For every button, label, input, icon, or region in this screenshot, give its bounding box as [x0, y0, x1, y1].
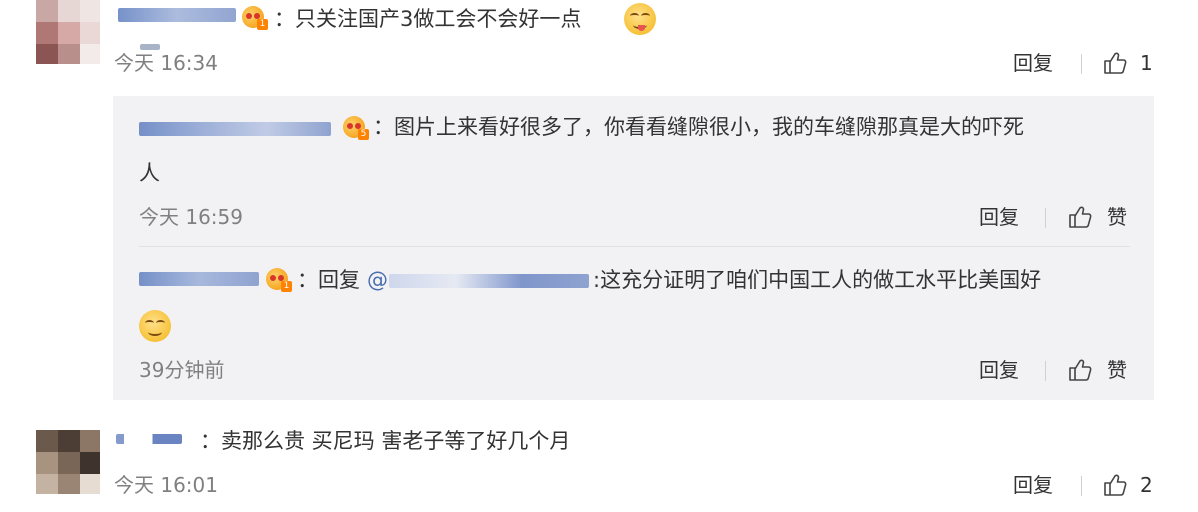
comment-time: 今天 16:01	[114, 473, 218, 497]
divider	[1045, 361, 1046, 381]
like-count[interactable]: 1	[1140, 50, 1153, 76]
smirk-face-emoji	[139, 310, 171, 342]
reply-text-prefix: ：回复	[297, 268, 360, 292]
mentioned-username[interactable]	[389, 274, 589, 288]
comment-item: 1 ：只关注国产3做工会不会好一点 今天 16:34 回复 1	[0, 0, 1198, 90]
vip-crown-icon[interactable]: 5	[343, 116, 369, 140]
comment-time: 今天 16:34	[114, 51, 218, 75]
like-button[interactable]: 赞	[1107, 357, 1127, 383]
username[interactable]	[139, 272, 259, 286]
reply-divider	[139, 246, 1130, 247]
reply-time: 39分钟前	[139, 358, 225, 382]
reply-button[interactable]: 回复	[979, 204, 1019, 230]
thumbs-up-icon[interactable]	[1102, 472, 1128, 498]
vip-crown-icon[interactable]: 1	[242, 6, 268, 30]
username[interactable]	[116, 434, 182, 444]
thumbs-up-icon[interactable]	[1102, 50, 1128, 76]
reply-time: 今天 16:59	[139, 205, 243, 229]
reply-text: ：图片上来看好很多了，你看看缝隙很小，我的车缝隙那真是大的吓死	[373, 115, 1024, 139]
vip-crown-icon[interactable]: 1	[266, 268, 292, 292]
like-count[interactable]: 2	[1140, 472, 1153, 498]
thumbs-up-icon[interactable]	[1067, 357, 1093, 383]
comment-item: ：卖那么贵 买尼玛 害老子等了好几个月 今天 16:01 回复 2	[0, 420, 1198, 512]
username[interactable]	[118, 8, 236, 22]
reply-button[interactable]: 回复	[1013, 472, 1053, 498]
replies-container: 5 ：图片上来看好很多了，你看看缝隙很小，我的车缝隙那真是大的吓死 人 今天 1…	[113, 96, 1154, 400]
avatar[interactable]	[36, 0, 100, 64]
username[interactable]	[139, 122, 331, 136]
comment-text: ：卖那么贵 买尼玛 害老子等了好几个月	[200, 429, 571, 453]
like-button[interactable]: 赞	[1107, 204, 1127, 230]
reply-button[interactable]: 回复	[1013, 50, 1053, 76]
mention-at[interactable]: @	[367, 265, 388, 295]
divider	[1081, 54, 1082, 74]
avatar[interactable]	[36, 430, 100, 494]
reply-text-cont: 人	[139, 161, 160, 185]
yum-face-emoji	[624, 3, 656, 35]
divider	[1081, 476, 1082, 496]
comment-text: ：只关注国产3做工会不会好一点	[274, 7, 582, 31]
thumbs-up-icon[interactable]	[1067, 204, 1093, 230]
reply-text: :这充分证明了咱们中国工人的做工水平比美国好	[593, 268, 1042, 292]
divider	[1045, 208, 1046, 228]
reply-button[interactable]: 回复	[979, 357, 1019, 383]
